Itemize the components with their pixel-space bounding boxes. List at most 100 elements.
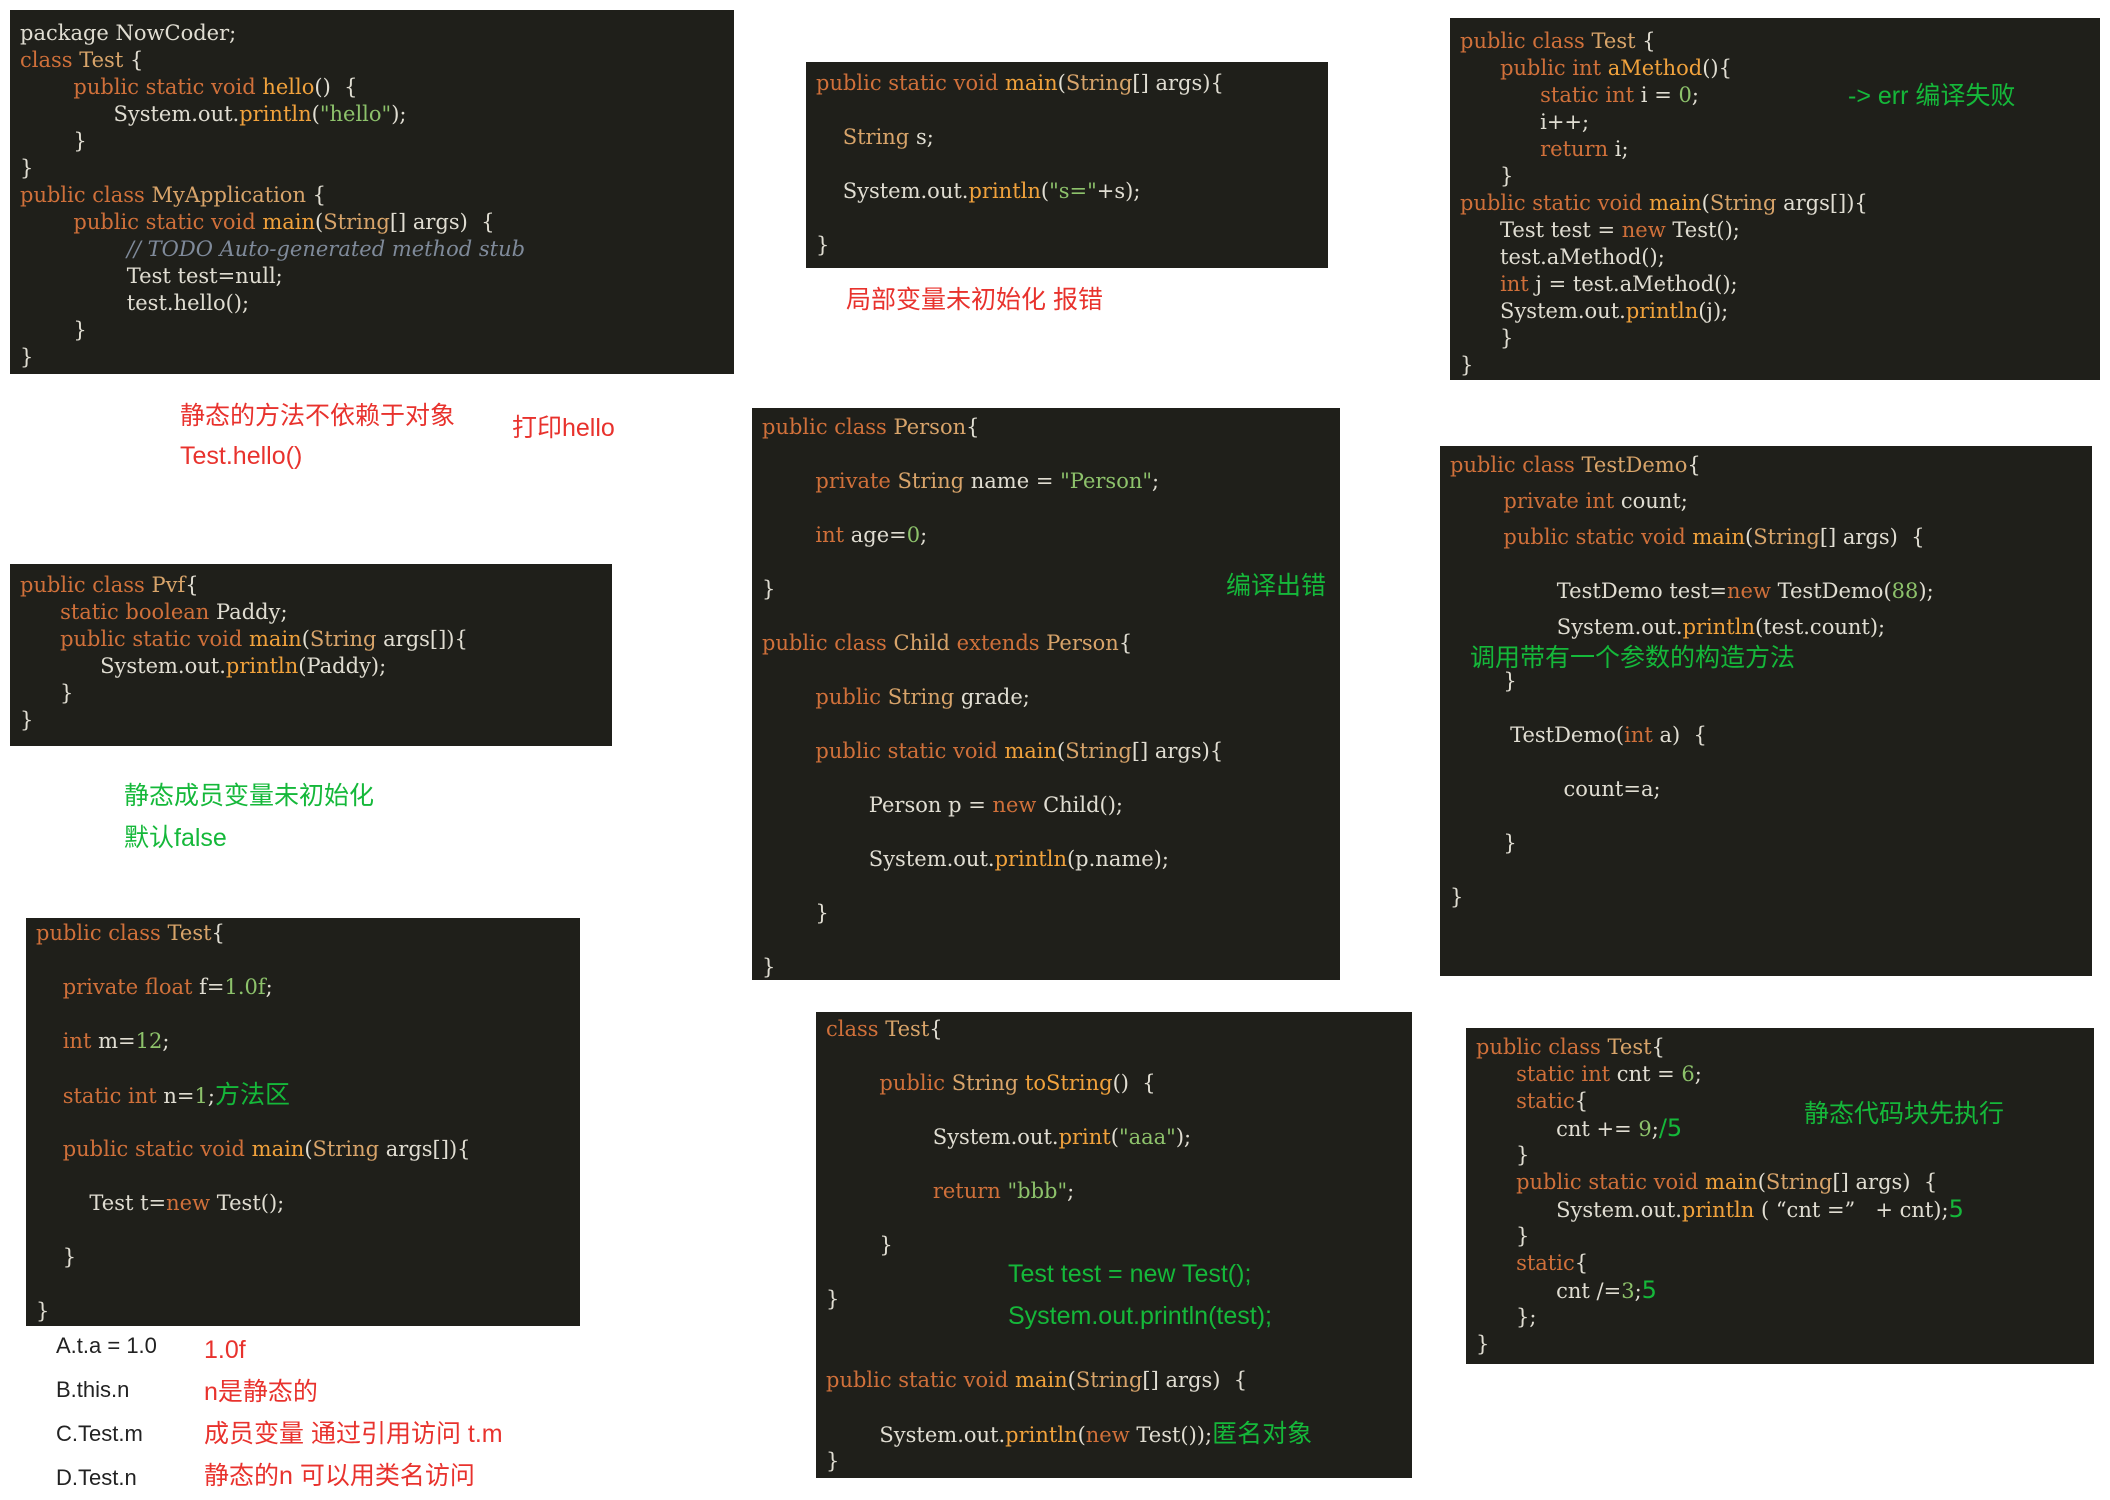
code-token: System.out. (762, 847, 995, 871)
code-token: print (1058, 1125, 1111, 1149)
code-line: } (20, 317, 728, 343)
code-token: private (815, 469, 898, 493)
note-test-hello: Test.hello() (180, 442, 303, 470)
code-token: [] args) { (1832, 1170, 1938, 1194)
code-token: 0 (1678, 83, 1692, 107)
code-token: String (1065, 71, 1133, 95)
code-token: ( (1067, 1368, 1076, 1392)
code-token: Person p = (762, 793, 993, 817)
code-line: public class Child extends Person{ (762, 630, 1334, 656)
code-token: n= (163, 1084, 195, 1108)
code-token: } (36, 1245, 77, 1269)
code-token: ; (1691, 83, 1699, 107)
note-static-method: 静态的方法不依赖于对象 (180, 402, 456, 430)
code-token: main (1648, 191, 1702, 215)
code-token: return (932, 1179, 1008, 1203)
code-token: main (251, 1137, 305, 1161)
code-token: age= (850, 523, 907, 547)
code-token: new (166, 1191, 217, 1215)
code-token: (){ (1702, 56, 1732, 80)
code-token: Test()); (1136, 1423, 1213, 1447)
code-token: String (323, 210, 390, 234)
option-a: A.t.a = 1.0 (56, 1333, 157, 1358)
code-token: ; (207, 1084, 215, 1108)
code-panel-static-local: public class Test { public int aMethod()… (1450, 18, 2100, 380)
code-token: public class (36, 921, 168, 945)
code-token: System.out. (826, 1423, 1006, 1447)
code-token: println (994, 847, 1067, 871)
code-line: } (816, 232, 1322, 258)
code-line: return "bbb"; (826, 1178, 1406, 1204)
code-token: s; (915, 125, 934, 149)
code-line: public class MyApplication { (20, 182, 728, 208)
option-c: C.Test.m (56, 1421, 143, 1446)
code-line: } (1460, 325, 2094, 351)
code-token: package NowCoder; (20, 21, 237, 45)
code-token: String (897, 469, 971, 493)
code-token: ( (311, 102, 320, 126)
code-token: i; (1614, 137, 1629, 161)
code-token: Test (167, 921, 212, 945)
code-token: Person (893, 415, 967, 439)
code-token: String (1709, 191, 1784, 215)
code-token: static int (1516, 1062, 1617, 1086)
code-line: public static void main(String args[]){ (20, 626, 606, 652)
code-line: // TODO Auto-generated method stub (20, 236, 728, 262)
handwritten-mark: 5 (1948, 1195, 1964, 1223)
code-token: Test(); (1672, 218, 1740, 242)
code-token: } (762, 955, 776, 979)
code-token: } (762, 577, 776, 601)
code-token: } (816, 233, 830, 257)
code-token: // TODO Auto-generated method stub (126, 237, 526, 261)
code-token: Pvf (151, 573, 186, 597)
code-token: ( (304, 1137, 313, 1161)
option-d: D.Test.n (56, 1465, 137, 1490)
code-token: test.hello(); (20, 291, 250, 315)
code-token: class (20, 48, 80, 72)
code-token: public static void (826, 1368, 1015, 1392)
code-token: MyApplication (151, 183, 313, 207)
code-line: return i; (1460, 136, 2094, 162)
code-line: private String name = "Person"; (762, 468, 1334, 494)
code-token: Test (1607, 1035, 1652, 1059)
code-token: System.out. (1476, 1198, 1682, 1222)
code-token: Child(); (1043, 793, 1124, 817)
code-line: } (20, 128, 728, 154)
code-token: String (1765, 1170, 1833, 1194)
code-token: ); (1175, 1125, 1192, 1149)
code-line: public int aMethod(){ (1460, 55, 2094, 81)
inline-annotation: 匿名对象 (1212, 1420, 1313, 1448)
code-token: return (1540, 137, 1615, 161)
code-token: "aaa" (1118, 1125, 1176, 1149)
code-line: public class Person{ (762, 414, 1334, 440)
code-token: String (951, 1071, 1025, 1095)
code-token: m= (98, 1029, 136, 1053)
code-panel-static-block: public class Test{ static int cnt = 6; s… (1466, 1028, 2094, 1364)
code-line: static int n=1;方法区 (36, 1082, 574, 1108)
code-line: Test test=null; (20, 263, 728, 289)
code-line: } (1476, 1331, 2088, 1357)
option-b-note: n是静态的 (204, 1378, 318, 1406)
code-token: "bbb" (1007, 1179, 1068, 1203)
code-token: main (1705, 1170, 1758, 1194)
code-token: println (239, 102, 312, 126)
code-line: int m=12; (36, 1028, 574, 1054)
code-token: class (826, 1017, 886, 1041)
